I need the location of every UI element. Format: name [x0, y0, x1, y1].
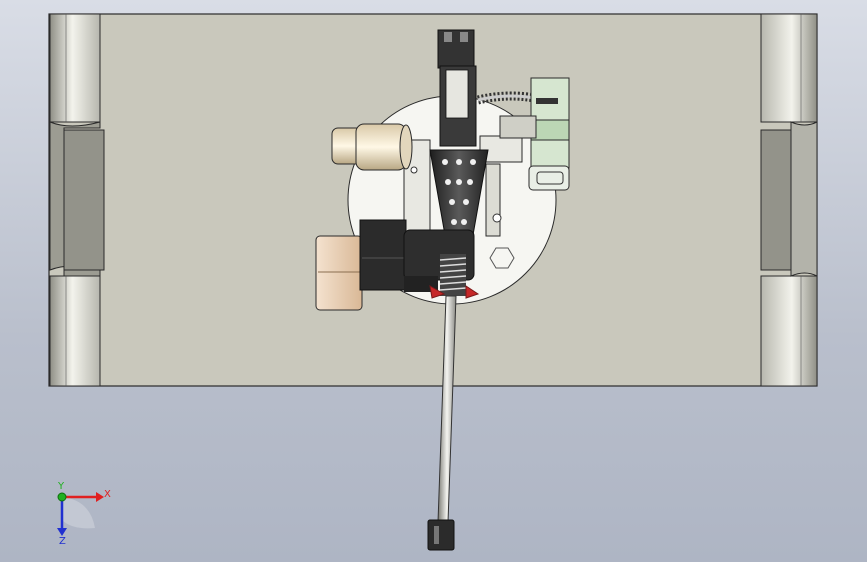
- triad-plane-icon: [62, 497, 95, 529]
- x-axis-label: X: [104, 489, 111, 500]
- tan-cylinder[interactable]: [331, 123, 413, 171]
- z-axis-label: Z: [59, 536, 66, 547]
- view-triad[interactable]: X Y Z: [57, 481, 111, 547]
- right-rail[interactable]: [760, 13, 818, 387]
- y-axis-dot-icon: [57, 492, 67, 502]
- cad-viewport[interactable]: X Y Z: [0, 0, 867, 562]
- y-axis-label: Y: [57, 481, 65, 492]
- left-rail[interactable]: [49, 13, 105, 387]
